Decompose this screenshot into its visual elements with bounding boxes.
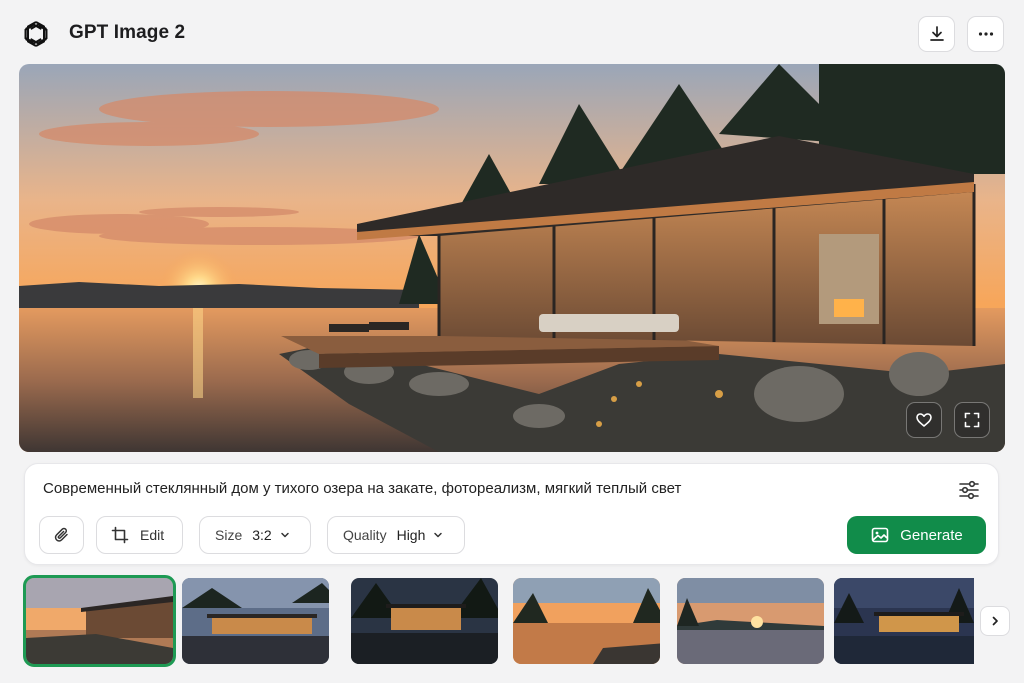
favorite-button[interactable] (906, 402, 942, 438)
thumbnail-3[interactable] (351, 578, 498, 664)
quality-label: Quality (343, 527, 387, 543)
chevron-right-icon (992, 616, 998, 626)
prompt-card: Современный стеклянный дом у тихого озер… (24, 463, 999, 565)
header: GPT Image 2 (0, 0, 1024, 64)
generated-image[interactable] (19, 64, 1005, 452)
thumbnail-4[interactable] (513, 578, 660, 664)
image-icon (871, 527, 889, 543)
quality-value: High (396, 527, 426, 543)
more-options-button[interactable] (967, 16, 1004, 52)
download-icon (929, 26, 944, 41)
thumbnail-5[interactable] (677, 578, 824, 664)
size-select[interactable]: Size 3:2 (199, 516, 311, 554)
prompt-input[interactable]: Современный стеклянный дом у тихого озер… (43, 480, 681, 497)
sliders-icon[interactable] (957, 478, 981, 502)
next-thumbnails-button[interactable] (980, 606, 1010, 636)
openai-logo-icon (20, 18, 52, 50)
quality-select[interactable]: Quality High (327, 516, 465, 554)
app-title: GPT Image 2 (69, 22, 186, 43)
size-label: Size (215, 527, 243, 543)
thumbnail-strip (0, 575, 1024, 671)
heart-icon (916, 413, 932, 427)
expand-icon (964, 412, 980, 428)
thumbnail-1[interactable] (23, 575, 176, 667)
chevron-down-icon (433, 527, 443, 543)
thumbnail-2[interactable] (182, 578, 329, 664)
paperclip-icon (54, 527, 68, 542)
edit-button[interactable]: Edit (96, 516, 183, 554)
download-button[interactable] (918, 16, 955, 52)
chevron-down-icon (280, 527, 290, 543)
edit-label: Edit (140, 527, 165, 543)
thumbnail-6[interactable] (834, 578, 981, 664)
generate-button[interactable]: Generate (847, 516, 986, 554)
more-horizontal-icon (978, 32, 993, 36)
size-value: 3:2 (252, 527, 272, 543)
crop-icon (111, 526, 129, 544)
generate-label: Generate (900, 526, 963, 544)
fullscreen-button[interactable] (954, 402, 990, 438)
attach-button[interactable] (39, 516, 84, 554)
